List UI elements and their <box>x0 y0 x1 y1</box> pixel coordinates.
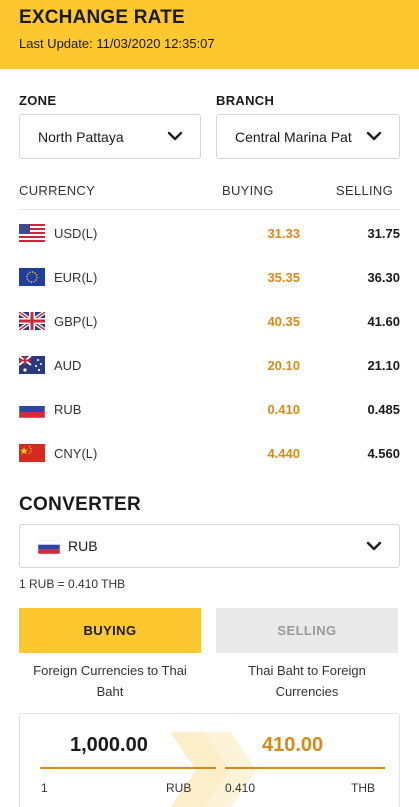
eu-flag-icon <box>19 268 45 286</box>
table-divider <box>19 209 400 210</box>
converter-currency-value: RUB <box>68 538 98 554</box>
selling-rate: 4.560 <box>367 446 400 461</box>
buying-rate: 0.410 <box>267 402 300 417</box>
us-flag-icon <box>19 224 45 242</box>
buying-rate: 4.440 <box>267 446 300 461</box>
currency-code: RUB <box>54 402 82 417</box>
currency-column-header: CURRENCY <box>19 183 96 198</box>
from-currency-code: RUB <box>166 781 192 795</box>
currency-code: USD(L) <box>54 226 98 241</box>
buying-tab-description: Foreign Currencies to Thai Baht <box>33 663 187 699</box>
from-amount-underline <box>40 767 216 769</box>
selling-rate: 41.60 <box>367 314 400 329</box>
cn-flag-icon <box>19 444 45 462</box>
to-unit-rate: 0.410 <box>225 781 256 795</box>
convert-arrow-icon <box>170 732 256 807</box>
selling-rate: 21.10 <box>367 358 400 373</box>
from-unit-rate: 1 <box>41 781 48 795</box>
selling-column-header: SELLING <box>336 183 394 198</box>
table-row: USD(L) 31.33 31.75 <box>19 222 400 244</box>
buying-rate: 40.35 <box>267 314 300 329</box>
from-amount-input[interactable]: 1,000.00 <box>70 734 148 757</box>
page-title: EXCHANGE RATE <box>19 7 185 28</box>
zone-select-value: North Pattaya <box>38 129 124 145</box>
converter-title: CONVERTER <box>19 494 141 515</box>
table-row: AUD 20.10 21.10 <box>19 354 400 376</box>
currency-code: EUR(L) <box>54 270 98 285</box>
buying-column-header: BUYING <box>222 183 274 198</box>
table-row: RUB 0.410 0.485 <box>19 398 400 420</box>
branch-select-value: Central Marina Pat <box>235 129 352 145</box>
to-currency-code: THB <box>351 781 375 795</box>
chevron-down-icon <box>365 127 383 145</box>
to-amount-value: 410.00 <box>262 734 324 756</box>
branch-label: BRANCH <box>216 93 275 108</box>
conversion-rate-note: 1 RUB = 0.410 THB <box>19 577 126 591</box>
to-amount-underline <box>225 767 385 769</box>
branch-select[interactable]: Central Marina Pat <box>216 114 400 159</box>
buying-rate: 35.35 <box>267 270 300 285</box>
table-row: EUR(L) 35.35 36.30 <box>19 266 400 288</box>
zone-label: ZONE <box>19 93 57 108</box>
buying-rate: 31.33 <box>267 226 300 241</box>
selling-rate: 31.75 <box>367 226 400 241</box>
selling-rate: 36.30 <box>367 270 400 285</box>
selling-tab-description: Thai Baht to Foreign Currencies <box>248 663 366 699</box>
tab-buying[interactable]: BUYING <box>19 608 201 653</box>
converter-calculator: 1,000.00 410.00 1 RUB 0.410 THB <box>19 713 400 807</box>
buying-rate: 20.10 <box>267 358 300 373</box>
uk-flag-icon <box>19 312 45 330</box>
currency-code: AUD <box>54 358 82 373</box>
ru-flag-icon <box>38 540 60 554</box>
currency-code: CNY(L) <box>54 446 98 461</box>
chevron-down-icon <box>366 541 382 551</box>
table-row: GBP(L) 40.35 41.60 <box>19 310 400 332</box>
zone-select[interactable]: North Pattaya <box>19 114 201 159</box>
table-row: CNY(L) 4.440 4.560 <box>19 442 400 464</box>
selling-rate: 0.485 <box>367 402 400 417</box>
header-bar: EXCHANGE RATE Last Update: 11/03/2020 12… <box>0 0 419 69</box>
chevron-down-icon <box>167 131 183 141</box>
au-flag-icon <box>19 356 45 374</box>
tab-selling[interactable]: SELLING <box>216 608 398 653</box>
currency-code: GBP(L) <box>54 314 98 329</box>
last-update-text: Last Update: 11/03/2020 12:35:07 <box>19 36 215 51</box>
converter-currency-select[interactable]: RUB <box>19 524 400 568</box>
ru-flag-icon <box>19 400 45 418</box>
